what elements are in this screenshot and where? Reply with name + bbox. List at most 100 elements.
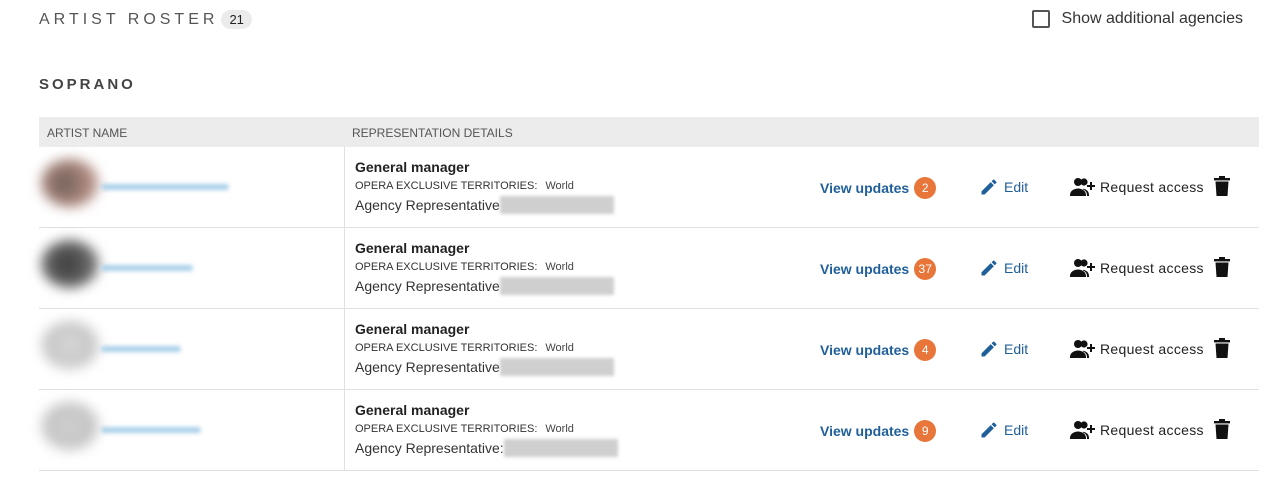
trash-icon — [1214, 257, 1230, 277]
artist-name-redacted[interactable] — [101, 265, 193, 271]
role-title: General manager — [355, 159, 470, 175]
view-updates-label: View updates — [820, 180, 910, 196]
agency-representative-redacted — [499, 196, 614, 214]
column-divider — [344, 228, 345, 308]
show-additional-agencies-toggle[interactable]: Show additional agencies — [1031, 10, 1243, 28]
representation-details: General manager OPERA EXCLUSIVE TERRITOR… — [355, 159, 614, 214]
edit-label: Edit — [1004, 260, 1029, 276]
role-title: General manager — [355, 321, 470, 337]
view-updates-label: View updates — [820, 423, 910, 439]
edit-label: Edit — [1004, 422, 1029, 438]
request-access-button[interactable]: Request access — [1070, 420, 1204, 440]
role-title: General manager — [355, 402, 470, 418]
request-access-label: Request access — [1100, 260, 1204, 276]
roster-header: ARTIST ROSTER 21 — [39, 10, 252, 29]
agency-representative-redacted — [503, 439, 618, 457]
agency-representative-label: Agency Representative — [355, 197, 500, 213]
territory-label: OPERA EXCLUSIVE TERRITORIES: — [355, 423, 538, 435]
delete-button[interactable] — [1214, 176, 1230, 196]
territory-label: OPERA EXCLUSIVE TERRITORIES: — [355, 261, 538, 273]
roster-table: ARTIST NAME REPRESENTATION DETAILS Gener… — [39, 117, 1259, 471]
section-title: SOPRANO — [39, 76, 136, 93]
agency-representative-label: Agency Representative — [355, 359, 500, 375]
agency-representative-line: Agency Representative: — [355, 439, 618, 457]
edit-button[interactable]: Edit — [979, 420, 1028, 440]
edit-button[interactable]: Edit — [979, 177, 1028, 197]
role-title: General manager — [355, 240, 470, 256]
pencil-icon — [979, 177, 999, 197]
avatar — [41, 321, 99, 369]
representation-details: General manager OPERA EXCLUSIVE TERRITOR… — [355, 240, 614, 295]
request-access-label: Request access — [1100, 341, 1204, 357]
artist-name-redacted[interactable] — [101, 346, 181, 352]
artist-name-redacted[interactable] — [101, 184, 229, 190]
view-updates-link[interactable]: View updates 9 — [820, 420, 937, 442]
pencil-icon — [979, 258, 999, 278]
roster-count-badge: 21 — [221, 10, 252, 29]
table-body: General manager OPERA EXCLUSIVE TERRITOR… — [39, 147, 1259, 471]
artist-name-redacted[interactable] — [101, 427, 201, 433]
request-access-button[interactable]: Request access — [1070, 177, 1204, 197]
agency-representative-redacted — [499, 277, 614, 295]
representation-details: General manager OPERA EXCLUSIVE TERRITOR… — [355, 402, 618, 457]
pencil-icon — [979, 339, 999, 359]
delete-button[interactable] — [1214, 419, 1230, 439]
agency-representative-label: Agency Representative: — [355, 440, 504, 456]
agency-representative-line: Agency Representative — [355, 196, 614, 214]
territory-value: World — [545, 180, 574, 192]
table-row: General manager OPERA EXCLUSIVE TERRITOR… — [39, 228, 1259, 309]
agencies-checkbox[interactable] — [1031, 10, 1050, 28]
territory-value: World — [545, 342, 574, 354]
updates-count-badge: 37 — [914, 258, 937, 280]
delete-button[interactable] — [1214, 257, 1230, 277]
pencil-icon — [979, 420, 999, 440]
territory-value: World — [545, 261, 574, 273]
column-divider — [344, 147, 345, 227]
page-title: ARTIST ROSTER — [39, 10, 219, 28]
request-access-button[interactable]: Request access — [1070, 339, 1204, 359]
avatar — [41, 159, 99, 207]
delete-button[interactable] — [1214, 338, 1230, 358]
updates-count-badge: 9 — [914, 420, 937, 442]
updates-count-badge: 2 — [914, 177, 937, 199]
view-updates-link[interactable]: View updates 2 — [820, 177, 937, 199]
trash-icon — [1214, 419, 1230, 439]
agency-representative-line: Agency Representative — [355, 277, 614, 295]
request-access-button[interactable]: Request access — [1070, 258, 1204, 278]
territory-label: OPERA EXCLUSIVE TERRITORIES: — [355, 342, 538, 354]
territory-value: World — [545, 423, 574, 435]
edit-label: Edit — [1004, 179, 1029, 195]
territory-line: OPERA EXCLUSIVE TERRITORIES: World — [355, 180, 614, 192]
column-divider — [344, 390, 345, 470]
table-row: General manager OPERA EXCLUSIVE TERRITOR… — [39, 309, 1259, 390]
edit-button[interactable]: Edit — [979, 339, 1028, 359]
agency-representative-line: Agency Representative — [355, 358, 614, 376]
agencies-checkbox-label: Show additional agencies — [1061, 10, 1243, 27]
avatar — [41, 402, 99, 450]
agency-representative-redacted — [499, 358, 614, 376]
column-header-representation: REPRESENTATION DETAILS — [352, 126, 513, 140]
person-add-icon — [1070, 420, 1096, 440]
request-access-label: Request access — [1100, 422, 1204, 438]
trash-icon — [1214, 338, 1230, 358]
column-divider — [344, 309, 345, 389]
territory-line: OPERA EXCLUSIVE TERRITORIES: World — [355, 423, 618, 435]
territory-line: OPERA EXCLUSIVE TERRITORIES: World — [355, 261, 614, 273]
person-add-icon — [1070, 339, 1096, 359]
table-header: ARTIST NAME REPRESENTATION DETAILS — [39, 117, 1259, 147]
view-updates-link[interactable]: View updates 4 — [820, 339, 937, 361]
updates-count-badge: 4 — [914, 339, 937, 361]
person-add-icon — [1070, 177, 1096, 197]
column-header-artist: ARTIST NAME — [47, 126, 128, 140]
table-row: General manager OPERA EXCLUSIVE TERRITOR… — [39, 390, 1259, 471]
edit-label: Edit — [1004, 341, 1029, 357]
edit-button[interactable]: Edit — [979, 258, 1028, 278]
territory-label: OPERA EXCLUSIVE TERRITORIES: — [355, 180, 538, 192]
trash-icon — [1214, 176, 1230, 196]
territory-line: OPERA EXCLUSIVE TERRITORIES: World — [355, 342, 614, 354]
view-updates-label: View updates — [820, 261, 910, 277]
person-add-icon — [1070, 258, 1096, 278]
avatar — [41, 240, 99, 288]
representation-details: General manager OPERA EXCLUSIVE TERRITOR… — [355, 321, 614, 376]
view-updates-link[interactable]: View updates 37 — [820, 258, 937, 280]
